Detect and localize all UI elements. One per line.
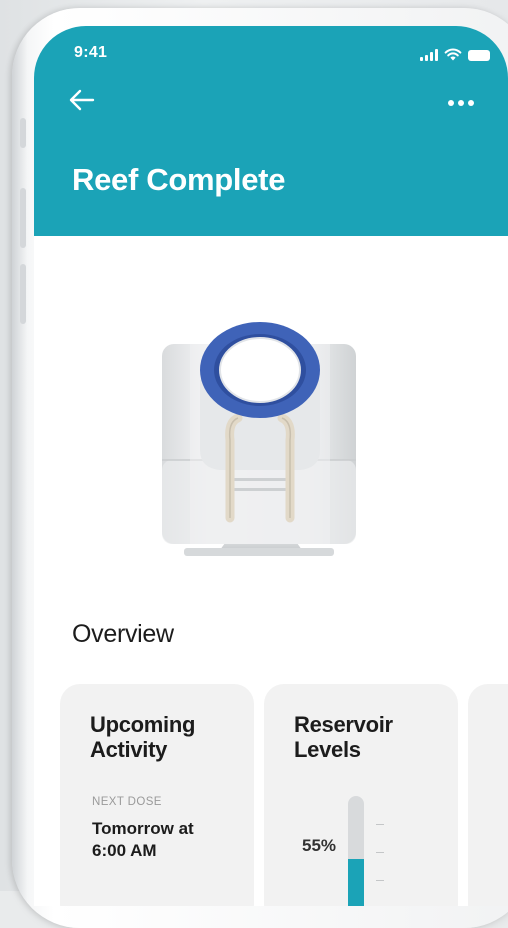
volume-up-button (20, 188, 26, 248)
reservoir-gauge (348, 796, 364, 906)
status-icons (420, 48, 490, 61)
next-card-partial[interactable] (468, 684, 508, 906)
gauge-tick (376, 852, 384, 853)
app-header: 9:41 Reef Complete (34, 26, 508, 236)
reservoir-gauge-fill (348, 859, 364, 906)
card-title-line-1: Reservoir (294, 712, 393, 737)
card-title-line-1: Upcoming (90, 712, 196, 737)
more-options-icon[interactable] (448, 96, 474, 110)
cellular-signal-icon (420, 49, 438, 61)
mute-switch (20, 118, 26, 148)
page-title: Reef Complete (72, 162, 286, 197)
overview-heading: Overview (72, 620, 174, 648)
battery-icon (468, 50, 490, 61)
card-title-line-2: Activity (90, 737, 168, 762)
card-title-line-2: Levels (294, 737, 361, 762)
next-dose-line-1: Tomorrow at (92, 819, 194, 838)
volume-down-button (20, 264, 26, 324)
reservoir-levels-title: Reservoir Levels (294, 712, 393, 762)
next-dose-value: Tomorrow at 6:00 AM (92, 818, 194, 862)
status-time: 9:41 (74, 44, 108, 61)
upcoming-activity-card[interactable]: Upcoming Activity NEXT DOSE Tomorrow at … (60, 684, 254, 906)
dosing-pump-image (162, 322, 356, 556)
reservoir-percent: 55% (302, 836, 337, 855)
app-screen: 9:41 Reef Complete Overview Upcoming Act… (34, 26, 508, 906)
wifi-icon (444, 48, 462, 61)
gauge-tick (376, 880, 384, 881)
reservoir-levels-card[interactable]: Reservoir Levels 55% (264, 684, 458, 906)
back-arrow-icon[interactable] (68, 88, 96, 112)
next-dose-label: NEXT DOSE (92, 796, 162, 808)
gauge-tick (376, 824, 384, 825)
upcoming-activity-title: Upcoming Activity (90, 712, 195, 762)
next-dose-line-2: 6:00 AM (92, 841, 157, 860)
